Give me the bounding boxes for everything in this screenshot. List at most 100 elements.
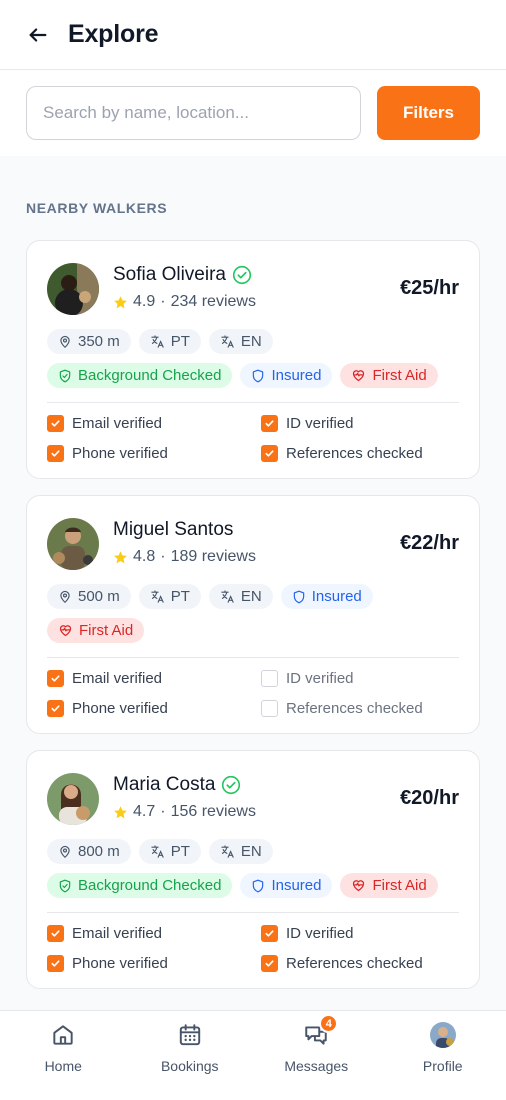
rating: 4.9 · 234 reviews [113, 293, 400, 311]
background-checked-badge: Background Checked [47, 363, 233, 388]
divider [47, 912, 459, 913]
walker-avatar [47, 773, 99, 825]
verified-check-icon [222, 775, 241, 795]
language-chip: EN [208, 839, 273, 864]
rating: 4.7 · 156 reviews [113, 803, 400, 821]
check-id: ID verified [261, 415, 459, 432]
divider [47, 402, 459, 403]
nav-bookings[interactable]: Bookings [127, 1011, 254, 1100]
walker-card[interactable]: Maria Costa 4.7 · 156 reviews €20/hr 800… [26, 750, 480, 989]
walker-card[interactable]: Miguel Santos 4.8 · 189 reviews €22/hr 5… [26, 495, 480, 734]
star-icon [114, 550, 127, 563]
checkbox-checked-icon [47, 415, 64, 432]
search-input[interactable] [26, 86, 361, 140]
back-button[interactable] [26, 23, 50, 47]
check-phone: Phone verified [47, 700, 261, 717]
section-label: NEARBY WALKERS [26, 200, 168, 216]
location-pin-icon [60, 845, 70, 858]
translate-icon [151, 335, 164, 348]
checkbox-checked-icon [261, 445, 278, 462]
calendar-icon [179, 1024, 200, 1046]
first-aid-badge: First Aid [47, 618, 145, 643]
nav-home-label: Home [44, 1058, 82, 1074]
shield-check-icon [59, 879, 71, 892]
rating-value: 4.8 [133, 548, 156, 565]
app-header: Explore [0, 0, 506, 70]
first-aid-badge: First Aid [340, 363, 438, 388]
nav-messages[interactable]: 4 Messages [253, 1011, 380, 1100]
verification-list: Email verified ID verified Phone verifie… [47, 670, 459, 717]
check-email: Email verified [47, 415, 261, 432]
checkbox-checked-icon [47, 925, 64, 942]
review-count: 189 reviews [170, 548, 256, 565]
rating-value: 4.7 [133, 803, 156, 820]
location-pin-icon [60, 335, 70, 348]
page-title: Explore [68, 20, 159, 48]
checkbox-checked-icon [261, 415, 278, 432]
shield-icon [293, 590, 304, 603]
divider [47, 657, 459, 658]
check-references: References checked [261, 955, 459, 972]
checkbox-checked-icon [47, 445, 64, 462]
insured-badge: Insured [240, 363, 333, 388]
verification-list: Email verified ID verified Phone verifie… [47, 925, 459, 972]
language-chip: EN [208, 584, 273, 609]
checkbox-checked-icon [47, 955, 64, 972]
heart-pulse-icon [353, 880, 365, 892]
nav-bookings-label: Bookings [160, 1058, 219, 1074]
check-email: Email verified [47, 925, 261, 942]
arrow-left-icon [29, 27, 47, 42]
walker-card[interactable]: Sofia Oliveira 4.9 · 234 reviews €25/hr … [26, 240, 480, 479]
bottom-nav: Home Bookings 4 Messages Profile [0, 1010, 506, 1100]
insured-badge: Insured [240, 873, 333, 898]
check-references: References checked [261, 700, 459, 717]
walker-avatar [47, 518, 99, 570]
nav-home[interactable]: Home [0, 1011, 127, 1100]
check-phone: Phone verified [47, 955, 261, 972]
check-phone: Phone verified [47, 445, 261, 462]
background-checked-badge: Background Checked [47, 873, 233, 898]
translate-icon [221, 335, 234, 348]
rating-value: 4.9 [133, 293, 156, 310]
check-id: ID verified [261, 670, 459, 687]
language-chip: PT [138, 584, 201, 609]
heart-pulse-icon [59, 625, 72, 637]
filters-button[interactable]: Filters [377, 86, 480, 140]
language-chip: EN [208, 329, 273, 354]
messages-badge: 4 [319, 1014, 339, 1033]
shield-icon [253, 879, 264, 892]
nav-profile[interactable]: Profile [380, 1011, 506, 1100]
heart-pulse-icon [353, 370, 365, 382]
profile-avatar [429, 1022, 456, 1048]
checkbox-unchecked-icon [261, 670, 278, 687]
review-count: 234 reviews [170, 293, 256, 310]
nav-profile-label: Profile [422, 1058, 463, 1074]
review-count: 156 reviews [170, 803, 256, 820]
checkbox-checked-icon [261, 925, 278, 942]
nav-messages-label: Messages [284, 1058, 349, 1074]
hourly-price: €22/hr [400, 532, 459, 554]
checkbox-unchecked-icon [261, 700, 278, 717]
checkbox-checked-icon [47, 670, 64, 687]
checkbox-checked-icon [47, 700, 64, 717]
distance-chip: 500 m [47, 584, 131, 609]
shield-check-icon [59, 369, 71, 382]
shield-icon [253, 369, 264, 382]
walker-name: Miguel Santos [113, 519, 234, 540]
walker-avatar [47, 263, 99, 315]
first-aid-badge: First Aid [340, 873, 438, 898]
hourly-price: €25/hr [400, 277, 459, 299]
language-chip: PT [138, 329, 201, 354]
translate-icon [221, 845, 234, 858]
hourly-price: €20/hr [400, 787, 459, 809]
insured-badge: Insured [280, 584, 373, 609]
walker-list: Sofia Oliveira 4.9 · 234 reviews €25/hr … [0, 240, 506, 989]
translate-icon [221, 590, 234, 603]
walker-name: Sofia Oliveira [113, 264, 226, 285]
checkbox-checked-icon [261, 955, 278, 972]
rating: 4.8 · 189 reviews [113, 548, 400, 566]
home-icon [53, 1025, 73, 1045]
verified-check-icon [232, 265, 252, 285]
search-bar: Filters [0, 70, 506, 156]
translate-icon [151, 590, 164, 603]
